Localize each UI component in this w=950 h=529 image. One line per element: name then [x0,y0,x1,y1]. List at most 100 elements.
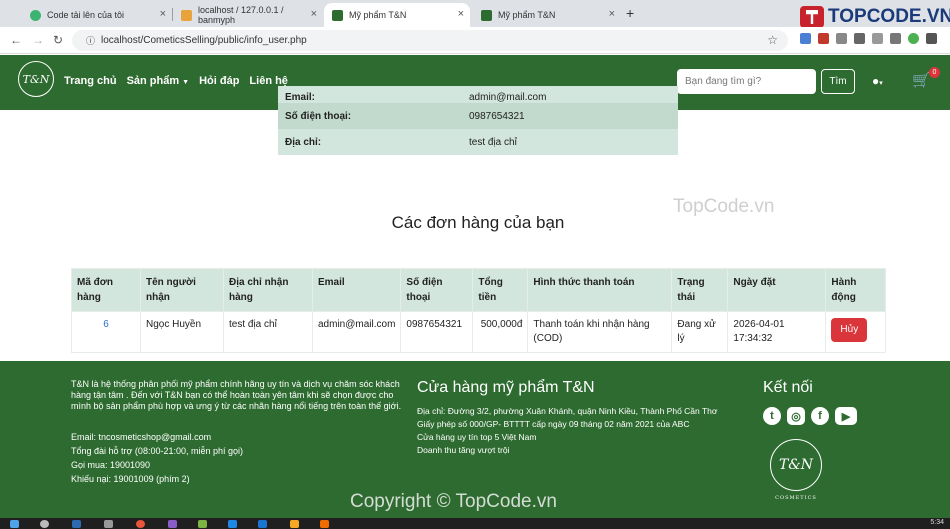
order-id-link[interactable]: 6 [71,311,141,353]
topcode-logo: TOPCODE.VN [800,6,950,28]
extension-icon[interactable] [890,33,901,44]
bookmark-star-icon[interactable]: ☆ [767,33,778,47]
topcode-logo-icon [800,6,824,28]
tab-label: Mỹ phẩm T&N [349,10,407,20]
reload-icon[interactable]: ↻ [53,33,63,47]
browser-tab-4[interactable]: Mỹ phẩm T&N × [473,3,621,27]
info-value: admin@mail.com [469,92,547,103]
menu-kebab-icon[interactable] [926,33,937,44]
info-label: Địa chỉ: [285,136,322,148]
taskbar-clock: 5:34 [930,519,944,526]
info-label: Email: [285,92,316,103]
cancel-order-button[interactable]: Hủy [831,318,868,342]
footer-store: Cửa hàng mỹ phẩm T&N Địa chỉ: Đường 3/2,… [417,379,717,457]
user-info-table: Email: admin@mail.com Số điện thoại: 098… [278,86,678,155]
column-header: Số điện thoại [400,268,474,312]
taskbar-app-icon[interactable] [72,520,81,528]
download-icon[interactable] [872,33,883,44]
cell-date: 2026-04-01 17:34:32 [727,311,827,353]
chrome-icon[interactable] [136,520,145,528]
column-header: Tổng tiền [472,268,529,312]
url-field[interactable]: ⓘ localhost/CometicsSelling/public/info_… [72,30,788,51]
browser-tab-strip: Code tải lên của tôi × localhost / 127.0… [0,0,950,28]
copyright-watermark: Copyright © TopCode.vn [350,491,557,512]
taskbar-app-icon[interactable] [198,520,207,528]
cell-action: Hủy [825,311,886,353]
orders-title: Các đơn hàng của bạn [391,213,565,232]
menu-item-faq[interactable]: Hỏi đáp [199,75,239,87]
vscode-icon[interactable] [258,520,267,528]
close-tab-icon[interactable]: × [458,8,464,20]
cell-recipient: Ngọc Huyền [140,311,224,353]
tab-favicon-icon [30,9,41,21]
user-info-row: Số điện thoại: 0987654321 [278,103,678,129]
social-links: t ◎ f ▶ [763,407,857,425]
menu-item-products[interactable]: Sản phẩm ▼ [127,75,190,87]
back-icon[interactable]: ← [10,33,22,47]
column-header: Trạng thái [671,268,729,312]
extension-icon[interactable] [818,33,829,44]
main-menu: Trang chủ Sản phẩm ▼ Hỏi đáp Liên hệ [64,75,288,87]
footer-store-title: Cửa hàng mỹ phẩm T&N [417,379,595,396]
column-header: Mã đơn hàng [71,268,141,312]
instagram-icon[interactable]: ◎ [787,407,805,425]
site-logo[interactable]: T&N [18,61,54,97]
taskbar-app-icon[interactable] [320,520,329,528]
table-header-row: Mã đơn hàng Tên người nhận Địa chỉ nhận … [71,268,886,312]
search-button[interactable]: Tìm [821,69,855,94]
site-info-icon[interactable]: ⓘ [86,34,95,47]
new-tab-button[interactable]: + [626,5,634,21]
orders-table: Mã đơn hàng Tên người nhận Địa chỉ nhận … [71,268,886,353]
footer-contact-line: Gọi mua: 19001090 [71,460,151,470]
twitter-icon[interactable]: t [763,407,781,425]
column-header: Tên người nhận [140,268,224,312]
search-icon[interactable] [40,520,49,528]
profile-avatar-icon[interactable] [908,33,919,44]
browser-tab-2[interactable]: localhost / 127.0.0.1 / banmyph × [173,3,323,27]
taskbar-app-icon[interactable] [290,520,299,528]
tab-label: Mỹ phẩm T&N [498,10,556,20]
cart-icon[interactable]: 🛒 [912,71,931,89]
puzzle-icon[interactable] [854,33,865,44]
youtube-icon[interactable]: ▶ [835,407,857,425]
extension-icon[interactable] [800,33,811,44]
close-tab-icon[interactable]: × [160,8,166,20]
info-value: 0987654321 [469,110,525,122]
extension-icons [800,33,937,44]
footer-connect: Kết nối t ◎ f ▶ [763,379,857,425]
footer-store-line: Cửa hàng uy tín top 5 Việt Nam [417,432,537,442]
search-input[interactable]: Bạn đang tìm gì? [677,69,816,94]
footer-logo-subtext: COSMETICS [775,495,817,501]
taskbar-app-icon[interactable] [228,520,237,528]
menu-item-label: Sản phẩm [126,75,180,87]
user-info-row: Email: admin@mail.com [278,86,678,103]
extension-icon[interactable] [836,33,847,44]
cell-payment: Thanh toán khi nhận hàng (COD) [527,311,673,353]
footer-contacts: Email: tncosmeticshop@gmail.com Tổng đài… [71,430,403,486]
column-header: Ngày đặt [727,268,827,312]
user-info-row: Địa chỉ: test địa chỉ [278,129,678,155]
footer-store-line: Địa chỉ: Đường 3/2, phường Xuân Khánh, q… [417,406,718,416]
table-row: 6 Ngọc Huyền test địa chỉ admin@mail.com… [71,311,886,353]
browser-tab-active[interactable]: Mỹ phẩm T&N × [324,3,470,27]
facebook-icon[interactable]: f [811,407,829,425]
forward-icon[interactable]: → [32,33,44,47]
start-icon[interactable] [10,520,19,528]
info-label: Số điện thoại: [285,110,352,122]
cart-count-badge: 0 [929,67,940,78]
url-text: localhost/CometicsSelling/public/info_us… [101,35,307,46]
footer-logo-text: T&N [778,457,814,473]
footer-about: T&N là hệ thống phân phối mỹ phẩm chính … [71,379,403,486]
menu-item-home[interactable]: Trang chủ [64,75,117,87]
cell-address: test địa chỉ [223,311,313,353]
caret-down-icon: ▼ [182,79,190,86]
user-dropdown-icon[interactable]: ●▾ [872,74,883,88]
close-tab-icon[interactable]: × [609,8,615,20]
browser-tab-1[interactable]: Code tải lên của tôi × [22,3,172,27]
taskbar-app-icon[interactable] [168,520,177,528]
taskbar-app-icon[interactable] [104,520,113,528]
column-header: Hành động [825,268,886,312]
column-header: Địa chỉ nhận hàng [223,268,313,312]
close-tab-icon[interactable]: × [311,8,317,20]
cell-status: Đang xử lý [671,311,729,353]
